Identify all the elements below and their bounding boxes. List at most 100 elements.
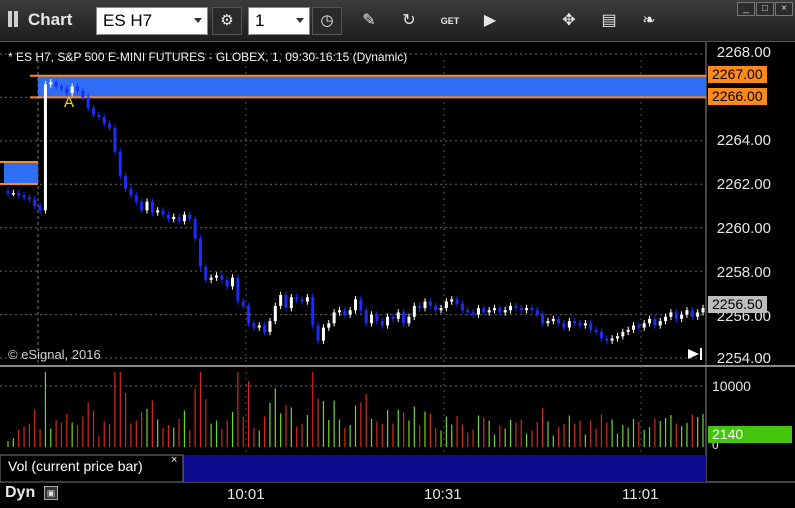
candle-body xyxy=(551,318,555,322)
candle-body xyxy=(231,277,235,287)
price-tick: 2262.00 xyxy=(716,176,771,193)
candle-body xyxy=(396,312,400,319)
candle-body xyxy=(54,82,58,87)
candle-body xyxy=(236,277,240,302)
candle-body xyxy=(247,305,251,324)
candle-body xyxy=(658,321,662,326)
candle-body xyxy=(177,216,181,222)
candle-body xyxy=(193,219,197,239)
candle-body xyxy=(375,314,379,322)
candle-body xyxy=(615,336,619,339)
scroll-to-end-bar xyxy=(700,348,702,360)
candle-body xyxy=(284,295,288,309)
candle-body xyxy=(562,323,566,328)
candle-body xyxy=(391,316,395,319)
price-tick: 2254.00 xyxy=(716,350,771,367)
candle-body xyxy=(6,190,10,193)
candle-body xyxy=(161,210,165,215)
candle-body xyxy=(273,305,277,322)
price-chart[interactable]: A xyxy=(0,0,795,508)
volume-pane-footer xyxy=(183,455,706,482)
candle-body xyxy=(311,297,315,326)
candle-body xyxy=(487,310,491,313)
candle-body xyxy=(476,308,480,315)
candle-body xyxy=(359,299,363,311)
time-label: 10:31 xyxy=(424,486,462,503)
candle-body xyxy=(578,323,582,326)
candle-body xyxy=(182,214,186,222)
band-fill xyxy=(38,75,706,98)
candle-body xyxy=(594,329,598,332)
candle-body xyxy=(557,318,561,324)
candle-body xyxy=(546,321,550,324)
candle-body xyxy=(701,308,705,313)
candle-body xyxy=(450,299,454,302)
candle-body xyxy=(402,312,406,324)
candle-body xyxy=(690,310,694,317)
candle-body xyxy=(33,199,37,206)
candle-body xyxy=(439,308,443,311)
candle-body xyxy=(65,88,69,94)
candle-body xyxy=(38,206,42,211)
candle-body xyxy=(535,310,539,315)
candle-body xyxy=(567,321,571,328)
candle-body xyxy=(337,310,341,313)
candle-body xyxy=(573,321,577,324)
candle-body xyxy=(423,301,427,309)
candle-body xyxy=(648,318,652,324)
candle-body xyxy=(113,127,117,152)
candle-body xyxy=(642,323,646,328)
candle-body xyxy=(134,195,138,202)
candle-body xyxy=(621,331,625,337)
candle-body xyxy=(198,238,202,267)
candle-body xyxy=(225,279,229,287)
time-axis-background xyxy=(0,483,795,508)
candle-body xyxy=(669,312,673,317)
candle-body xyxy=(605,338,609,341)
candle-body xyxy=(498,308,502,313)
volume-study-label[interactable]: Vol (current price bar) xyxy=(8,458,143,474)
candle-body xyxy=(166,214,170,220)
candle-body xyxy=(599,331,603,339)
lock-icon[interactable]: ▣ xyxy=(44,486,58,500)
candle-body xyxy=(209,277,213,280)
candle-body xyxy=(263,325,267,332)
lower-band-price-tag: 2266.00 xyxy=(708,88,767,105)
candle-body xyxy=(407,316,411,324)
candle-body xyxy=(626,329,630,332)
candle-body xyxy=(289,297,293,309)
candle-body xyxy=(589,323,593,330)
candle-body xyxy=(43,84,47,211)
candle-body xyxy=(86,97,90,109)
candle-body xyxy=(321,327,325,341)
candle-body xyxy=(380,321,384,326)
candle-body xyxy=(509,305,513,311)
close-icon[interactable]: × xyxy=(171,454,177,466)
candle-body xyxy=(17,192,21,196)
current-volume-tag: 2140 xyxy=(708,426,792,443)
candle-body xyxy=(140,201,144,211)
candle-body xyxy=(632,325,635,330)
chart-title: * ES H7, S&P 500 E-MINI FUTURES - GLOBEX… xyxy=(8,50,408,64)
candle-body xyxy=(108,123,112,128)
candle-body xyxy=(188,214,192,220)
candle-body xyxy=(150,201,154,213)
candle-body xyxy=(525,308,529,311)
candle-body xyxy=(11,192,15,195)
candle-body xyxy=(514,305,518,309)
dynamic-mode-label[interactable]: Dyn xyxy=(5,484,35,502)
candle-body xyxy=(27,197,31,200)
candle-body xyxy=(530,308,534,311)
candle-body xyxy=(97,114,101,117)
candle-body xyxy=(493,308,496,311)
candle-body xyxy=(541,314,545,324)
candle-body xyxy=(364,310,368,324)
time-label: 11:01 xyxy=(622,486,659,503)
candle-body xyxy=(370,314,374,324)
candle-body xyxy=(124,175,128,189)
candle-body xyxy=(503,310,507,313)
candle-body xyxy=(348,310,352,315)
candle-body xyxy=(519,308,523,311)
price-tick: 2268.00 xyxy=(716,44,771,61)
candle-body xyxy=(241,301,245,306)
